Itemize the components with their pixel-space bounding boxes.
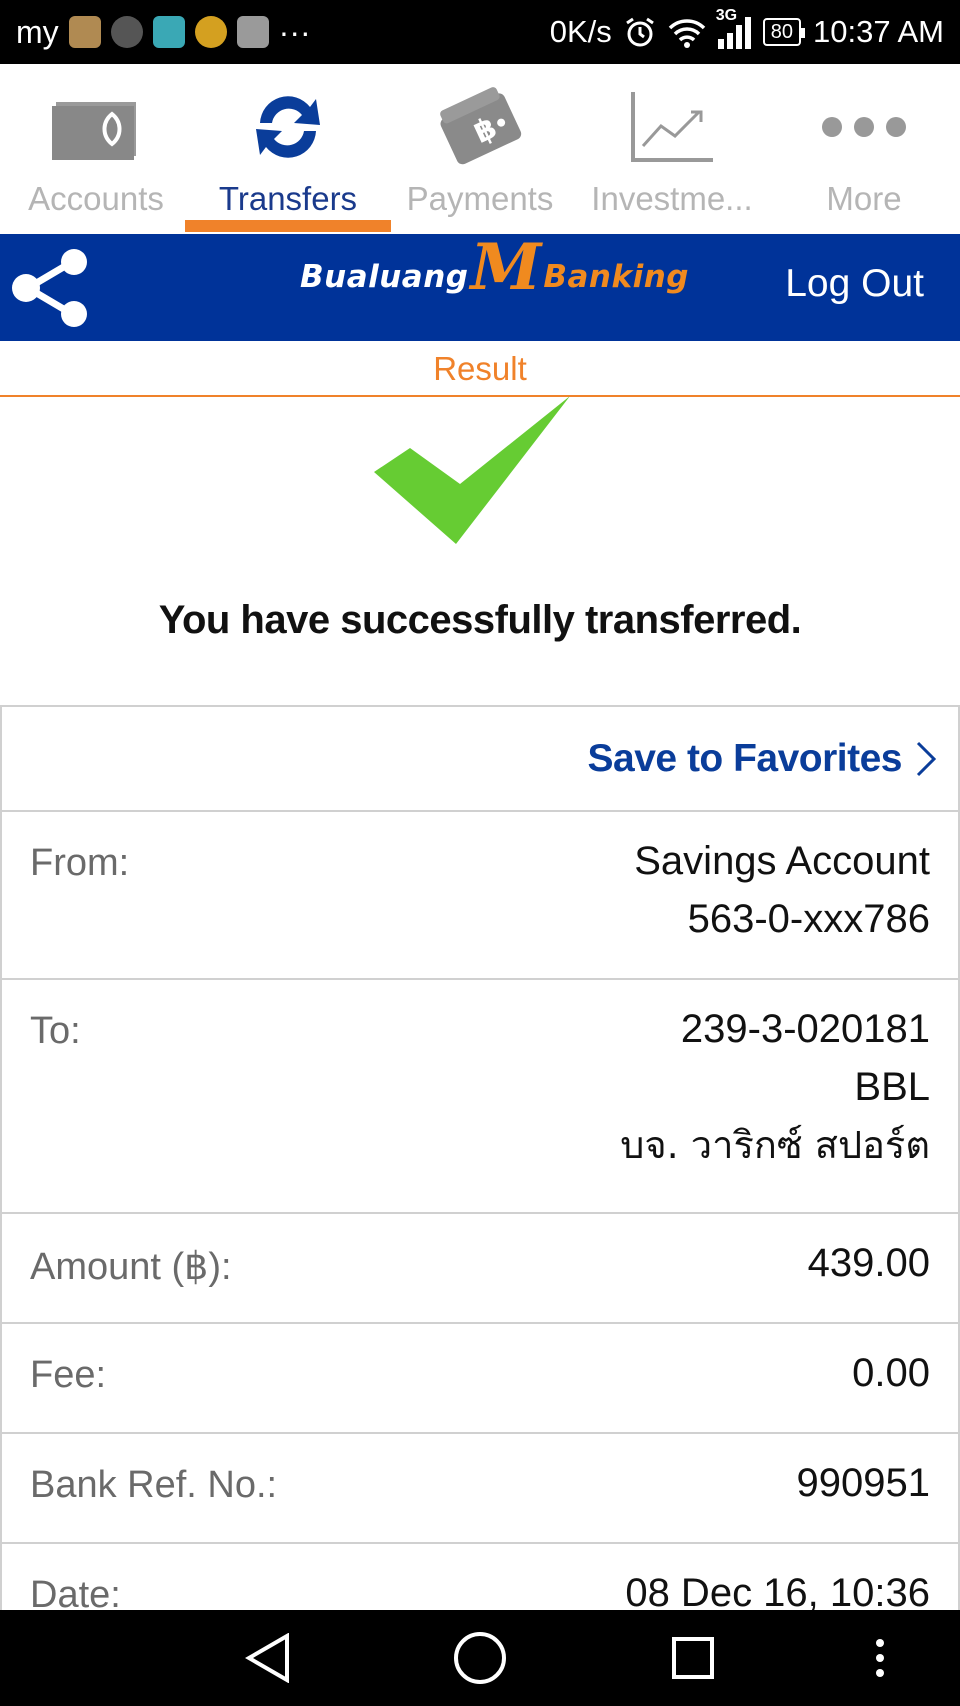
tab-label: More <box>826 180 902 217</box>
from-account-number: 563-0-xxx786 <box>687 897 930 941</box>
overflow-menu-button[interactable] <box>870 1630 890 1686</box>
box-notification-icon <box>236 16 269 48</box>
to-account-name: บจ. วาริกซ์ สปอร์ต <box>620 1123 930 1167</box>
amount-number: 439.00 <box>807 1241 930 1285</box>
tab-label: Payments <box>406 180 554 217</box>
detail-row-to: To: 239-3-020181 BBL บจ. วาริกซ์ สปอร์ต <box>2 980 958 1214</box>
logo-text-right: Banking <box>543 259 689 295</box>
to-account-number: 239-3-020181 <box>680 1007 930 1051</box>
result-title: Result <box>0 341 960 397</box>
network-speed: 0K/s <box>549 14 612 49</box>
k-notification-icon <box>194 16 227 48</box>
battery-icon: 80 <box>762 18 806 46</box>
back-button[interactable] <box>240 1630 296 1686</box>
home-circle-icon <box>454 1632 506 1684</box>
status-right: 0K/s 3G 80 10:37 AM <box>549 7 944 50</box>
save-to-favorites-label: Save to Favorites <box>587 736 903 780</box>
bualuang-mbanking-logo: Bualuang M Banking <box>300 236 689 300</box>
fee-label: Fee: <box>30 1354 107 1396</box>
bank-ref-number: 990951 <box>796 1461 930 1505</box>
detail-row-fee: Fee: 0.00 <box>2 1324 958 1434</box>
baht-card-icon: ฿ <box>435 72 525 182</box>
logout-button[interactable]: Log Out <box>785 262 924 306</box>
wifi-icon <box>668 19 706 48</box>
tab-investments[interactable]: Investme... <box>576 64 768 234</box>
status-left: my ··· <box>16 14 311 51</box>
more-dots-icon <box>819 72 909 182</box>
app-notification-icon <box>68 16 101 48</box>
signal-icon: 3G <box>716 7 751 49</box>
fee-value: 0.00 <box>852 1344 930 1432</box>
recents-square-icon <box>672 1637 714 1679</box>
bank-ref-label: Bank Ref. No.: <box>30 1464 278 1506</box>
system-nav-bar <box>0 1610 960 1706</box>
fee-number: 0.00 <box>852 1351 930 1395</box>
mail-notification-icon <box>152 16 185 48</box>
tab-label: Investme... <box>591 180 753 217</box>
success-message: You have successfully transferred. <box>158 598 802 642</box>
chart-line-icon <box>629 72 715 182</box>
chevron-right-icon <box>916 741 937 776</box>
globe-notification-icon <box>110 16 143 48</box>
save-to-favorites-button[interactable]: Save to Favorites <box>2 707 958 812</box>
recents-button[interactable] <box>668 1630 718 1686</box>
detail-row-from: From: Savings Account 563-0-xxx786 <box>2 812 958 980</box>
amount-value: 439.00 <box>808 1234 930 1322</box>
to-bank: BBL <box>854 1065 930 1109</box>
main-tab-bar: Accounts Transfers ฿ Payments Investme..… <box>0 64 960 234</box>
tab-more[interactable]: More <box>768 64 960 234</box>
overflow-dots-icon <box>876 1639 884 1677</box>
detail-row-amount: Amount (฿): 439.00 <box>2 1214 958 1324</box>
status-bar: my ··· 0K/s 3G 80 10:37 AM <box>0 0 960 64</box>
logo-m-mark: M <box>470 230 542 305</box>
active-tab-indicator <box>185 220 391 232</box>
to-value: 239-3-020181 BBL บจ. วาริกซ์ สปอร์ต <box>620 1000 930 1212</box>
more-notifications-icon: ··· <box>278 13 311 50</box>
from-value: Savings Account 563-0-xxx786 <box>634 832 930 978</box>
bank-ref-value: 990951 <box>797 1454 930 1542</box>
transfer-arrows-icon <box>248 72 328 182</box>
tab-label: Accounts <box>28 180 164 217</box>
wallet-icon <box>48 72 144 182</box>
from-label: From: <box>30 842 130 884</box>
tab-transfers[interactable]: Transfers <box>192 64 384 234</box>
detail-row-ref: Bank Ref. No.: 990951 <box>2 1434 958 1544</box>
logo-text-left: Bualuang <box>300 259 469 295</box>
clock: 10:37 AM <box>813 14 944 49</box>
amount-label: Amount (฿): <box>30 1246 232 1288</box>
tab-accounts[interactable]: Accounts <box>0 64 192 234</box>
app-header: Bualuang M Banking Log Out <box>0 234 960 341</box>
success-check-icon <box>374 396 570 544</box>
back-triangle-icon <box>245 1633 289 1683</box>
share-icon[interactable] <box>10 248 92 328</box>
carrier-label: my <box>16 13 59 50</box>
transfer-details-card: Save to Favorites From: Savings Account … <box>0 705 960 1705</box>
home-button[interactable] <box>450 1630 510 1686</box>
to-label: To: <box>30 1010 81 1052</box>
tab-label: Transfers <box>218 180 358 217</box>
tab-payments[interactable]: ฿ Payments <box>384 64 576 234</box>
from-account-type: Savings Account <box>634 839 930 883</box>
network-type: 3G <box>715 7 738 24</box>
alarm-icon <box>625 17 654 47</box>
